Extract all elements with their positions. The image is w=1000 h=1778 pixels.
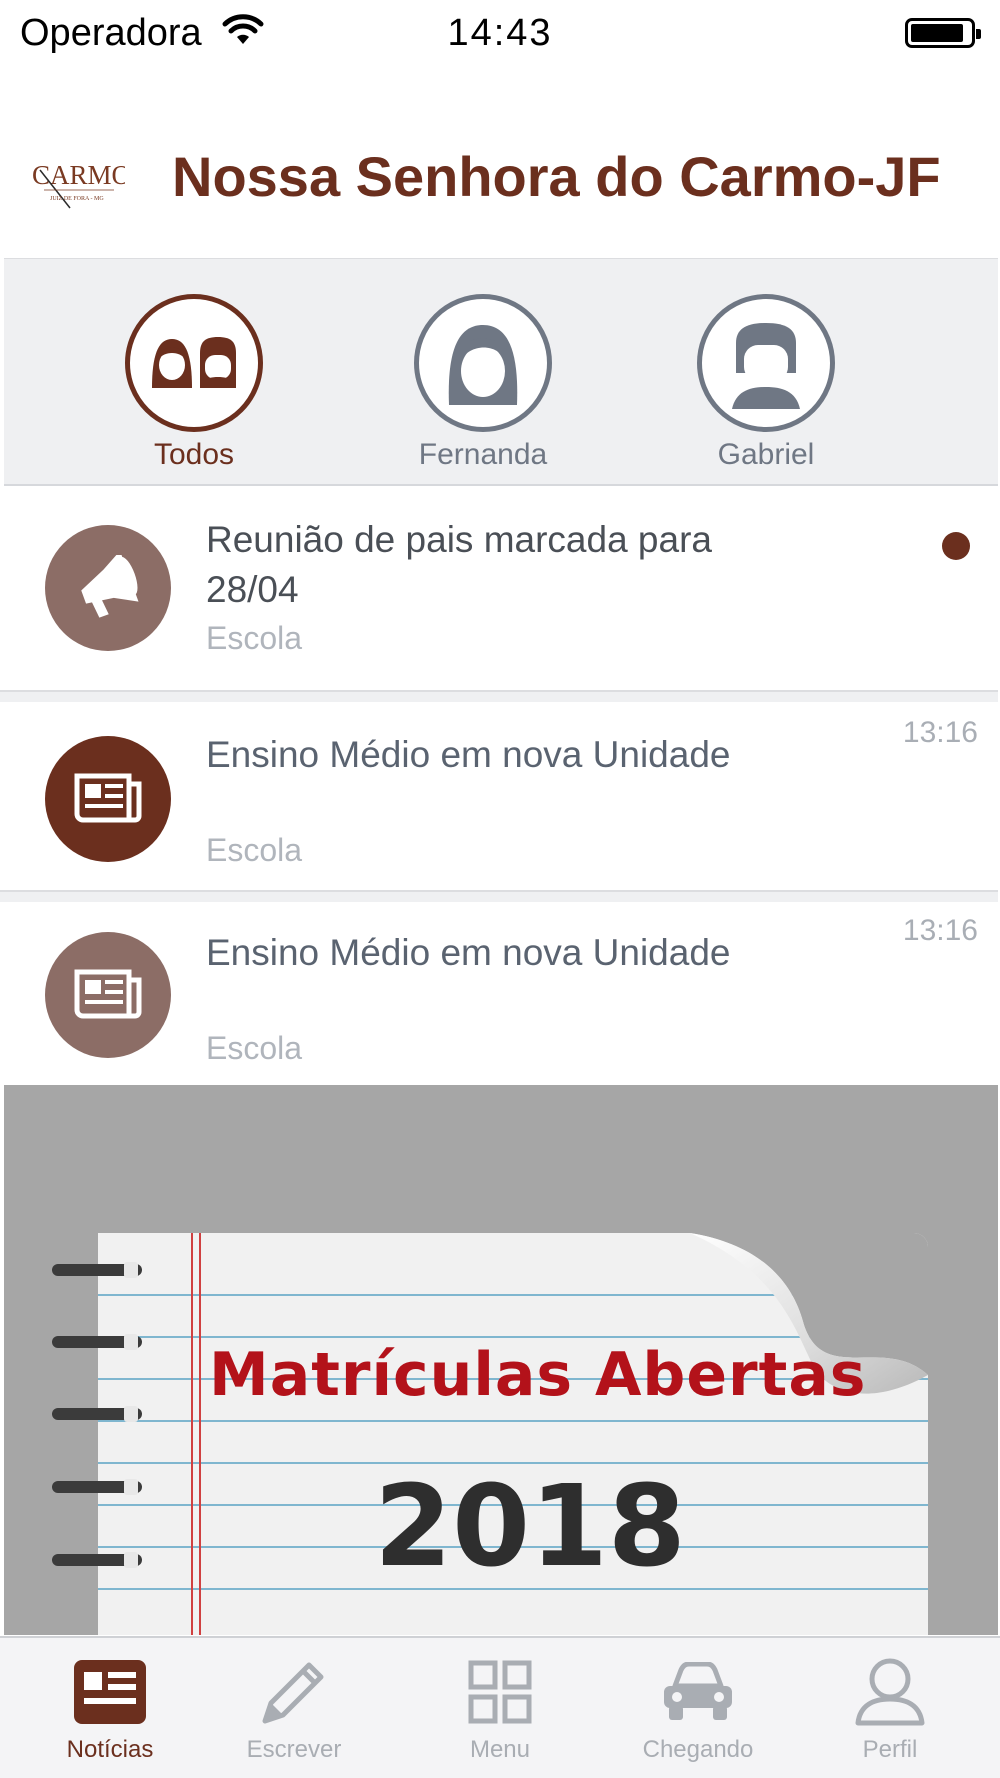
newspaper-icon: [45, 736, 171, 862]
banner-headline: Matrículas Abertas: [209, 1340, 867, 1410]
news-source: Escola: [206, 832, 303, 868]
school-logo: CARMO JUIZ DE FORA - MG: [32, 160, 125, 209]
news-title: Ensino Médio em nova Unidade: [206, 734, 731, 775]
girl-avatar-icon: [448, 325, 518, 405]
tab-label: Perfil: [862, 1736, 918, 1763]
tab-noticias[interactable]: Notícias: [10, 1652, 210, 1764]
person-icon: [855, 1658, 925, 1726]
boy-avatar-icon: [732, 323, 800, 409]
megaphone-icon: [45, 525, 171, 651]
child-filter-todos[interactable]: Todos: [109, 294, 279, 472]
enrollment-banner[interactable]: Matrículas Abertas 2018: [4, 1085, 998, 1635]
page-title: Nossa Senhora do Carmo-JF: [172, 145, 941, 208]
news-time: 13:16: [902, 914, 978, 947]
news-title: Reunião de pais marcada para 28/04: [206, 519, 712, 610]
children-icon: [152, 337, 236, 388]
tab-label: Escrever: [246, 1736, 342, 1763]
battery-icon: [905, 18, 981, 48]
child-filter-gabriel[interactable]: Gabriel: [681, 294, 851, 472]
child-name: Todos: [153, 438, 235, 471]
clock: 14:43: [447, 12, 553, 54]
app-header: CARMO JUIZ DE FORA - MG Nossa Senhora do…: [0, 120, 1000, 260]
newspaper-icon: [45, 932, 171, 1058]
tab-bar: Notícias Escrever Menu Chegando Perfil: [0, 1636, 1000, 1778]
tab-escrever[interactable]: Escrever: [194, 1652, 394, 1764]
tab-label: Chegando: [642, 1736, 754, 1763]
tab-perfil[interactable]: Perfil: [790, 1652, 990, 1764]
tab-menu[interactable]: Menu: [400, 1652, 600, 1764]
tab-chegando[interactable]: Chegando: [598, 1652, 798, 1764]
child-name: Gabriel: [717, 438, 815, 471]
news-source: Escola: [206, 620, 303, 656]
list-item[interactable]: Ensino Médio em nova Unidade 13:16 Escol…: [0, 902, 998, 1085]
child-filter-fernanda[interactable]: Fernanda: [398, 294, 568, 472]
grid-icon: [468, 1660, 532, 1724]
child-name: Fernanda: [418, 438, 548, 471]
banner-year: 2018: [374, 1462, 686, 1592]
svg-text:CARMO: CARMO: [32, 160, 125, 190]
news-title: Ensino Médio em nova Unidade: [206, 932, 731, 973]
car-icon: [664, 1662, 732, 1720]
pencil-icon: [262, 1662, 324, 1724]
status-bar: Operadora 14:43: [0, 0, 1000, 70]
tab-label: Notícias: [66, 1736, 154, 1763]
svg-text:JUIZ DE FORA - MG: JUIZ DE FORA - MG: [50, 196, 104, 202]
child-filter: Todos Fernanda Gabriel: [4, 258, 998, 486]
list-item[interactable]: Reunião de pais marcada para 28/04 Escol…: [0, 488, 998, 702]
news-icon: [74, 1660, 146, 1724]
list-item[interactable]: Ensino Médio em nova Unidade 13:16 Escol…: [0, 702, 998, 902]
unread-indicator: [942, 532, 970, 560]
news-time: 13:16: [902, 716, 978, 749]
notebook-illustration: Matrículas Abertas 2018: [52, 1233, 928, 1635]
tab-label: Menu: [469, 1736, 531, 1763]
news-source: Escola: [206, 1030, 303, 1066]
